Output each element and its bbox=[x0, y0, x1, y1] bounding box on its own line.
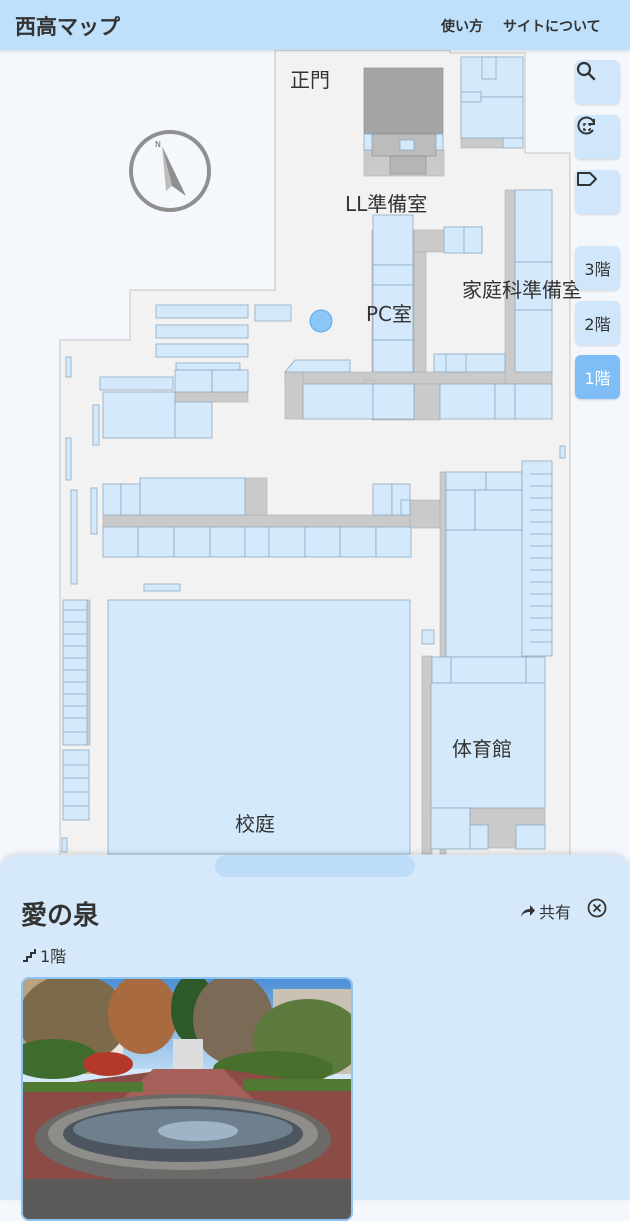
label-home-ec-prep[interactable]: 家庭科準備室 bbox=[462, 274, 582, 303]
floor-3-button[interactable]: 3階 bbox=[575, 246, 620, 290]
close-icon[interactable] bbox=[587, 898, 607, 918]
how-to-use-link[interactable]: 使い方 bbox=[441, 16, 483, 36]
fountain-photo bbox=[23, 979, 351, 1219]
label-pc-room[interactable]: PC室 bbox=[366, 298, 412, 327]
app-header: 西高マップ 使い方 サイトについて bbox=[0, 0, 630, 50]
floor-1-button[interactable]: 1階 bbox=[575, 355, 620, 399]
place-title: 愛の泉 bbox=[21, 901, 100, 931]
label-gym[interactable]: 体育館 bbox=[452, 733, 512, 762]
campus-map[interactable]: 正門 LL準備室 PC室 家庭科準備室 体育館 校庭 N 3階 2階 1階 bbox=[0, 50, 630, 880]
tag-icon bbox=[577, 172, 597, 186]
label-main-gate[interactable]: 正門 bbox=[290, 64, 330, 93]
share-arrow-icon bbox=[521, 905, 535, 917]
about-site-link[interactable]: サイトについて bbox=[503, 16, 601, 36]
labels-toggle-button[interactable] bbox=[575, 170, 620, 214]
stairs-icon bbox=[23, 949, 36, 962]
app-title[interactable]: 西高マップ bbox=[15, 11, 120, 41]
compass-icon bbox=[129, 130, 211, 212]
place-photo[interactable] bbox=[21, 977, 353, 1221]
place-detail-panel: 愛の泉 共有 1階 bbox=[0, 855, 630, 1221]
search-icon bbox=[576, 61, 596, 81]
floor-info: 1階 bbox=[22, 943, 66, 967]
label-ll-prep[interactable]: LL準備室 bbox=[345, 188, 427, 217]
floor-plan bbox=[59, 50, 571, 880]
location-marker bbox=[309, 309, 333, 333]
drag-handle[interactable] bbox=[215, 855, 415, 877]
share-button[interactable]: 共有 bbox=[520, 899, 571, 923]
locate-icon bbox=[577, 116, 595, 135]
share-label: 共有 bbox=[539, 903, 572, 922]
floor-2-button[interactable]: 2階 bbox=[575, 301, 620, 345]
floor-label: 1階 bbox=[40, 947, 67, 966]
search-button[interactable] bbox=[575, 60, 620, 104]
compass-letter: N bbox=[155, 140, 161, 149]
label-courtyard[interactable]: 校庭 bbox=[235, 808, 275, 837]
locate-button[interactable] bbox=[575, 115, 620, 159]
